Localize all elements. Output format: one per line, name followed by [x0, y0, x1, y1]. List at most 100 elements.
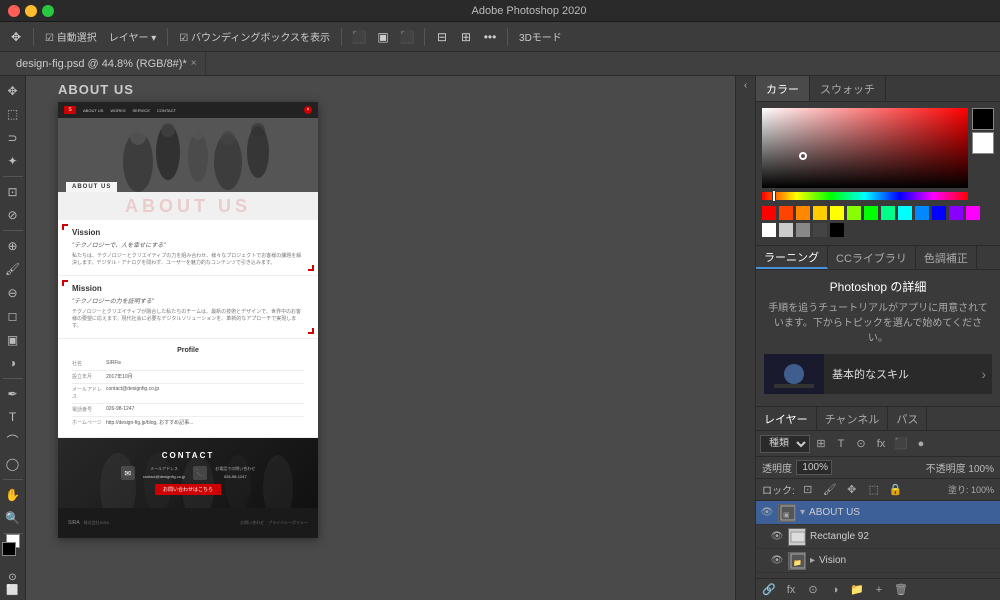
heal-icon[interactable]: ⊕ [2, 235, 24, 257]
color-swatch[interactable] [915, 206, 929, 220]
eyedropper-icon[interactable]: ⊘ [2, 204, 24, 226]
color-hue-bar[interactable] [762, 192, 968, 200]
align-center-icon[interactable]: ▣ [373, 27, 393, 47]
distribute-icon-2[interactable]: ⊞ [456, 27, 476, 47]
screen-mode-icon[interactable]: ⬜ [6, 585, 18, 596]
tab-color[interactable]: カラー [756, 76, 810, 101]
tab-swatches[interactable]: スウォッチ [810, 76, 886, 101]
clone-icon[interactable]: ⊖ [2, 282, 24, 304]
crop-icon[interactable]: ⊡ [2, 181, 24, 203]
learn-card-basic[interactable]: 基本的なスキル › [764, 354, 992, 394]
brush-icon[interactable]: 🖌 [2, 258, 24, 280]
color-swatch[interactable] [864, 206, 878, 220]
filter-icon-2[interactable]: T [832, 435, 850, 453]
3d-mode-label: 3Dモード [515, 27, 566, 46]
color-swatch[interactable] [762, 206, 776, 220]
color-gradient[interactable] [762, 108, 968, 188]
zoom-icon[interactable]: 🔍 [2, 507, 24, 529]
type-icon[interactable]: T [2, 406, 24, 428]
maximize-button[interactable] [42, 5, 54, 17]
new-layer-icon[interactable]: + [870, 581, 888, 599]
color-swatch[interactable] [830, 206, 844, 220]
color-swatch[interactable] [881, 206, 895, 220]
layer-dropdown[interactable]: レイヤー ▾ [105, 27, 161, 46]
lock-position-icon[interactable]: ✥ [843, 481, 861, 499]
move-tool-icon[interactable]: ✥ [6, 27, 26, 47]
color-swatch[interactable] [779, 206, 793, 220]
filter-icon-5[interactable]: ⬛ [892, 435, 910, 453]
lasso-icon[interactable]: ⊃ [2, 127, 24, 149]
lock-artboard-icon[interactable]: ⬚ [865, 481, 883, 499]
tab-learning[interactable]: ラーニング [756, 246, 828, 269]
color-swatch[interactable] [779, 223, 793, 237]
canvas-area[interactable]: ABOUT US [26, 76, 735, 600]
contact-button[interactable]: お問い合わせはこちら [155, 484, 221, 495]
pen-icon[interactable]: ✒ [2, 383, 24, 405]
tab-layers[interactable]: レイヤー [756, 407, 817, 430]
foreground-color-chip[interactable] [2, 542, 16, 556]
auto-select-checkbox[interactable]: ☑ 自動選択 [41, 27, 101, 46]
gradient-icon[interactable]: ▣ [2, 329, 24, 351]
tab-cc-library[interactable]: CCライブラリ [828, 246, 916, 269]
marquee-icon[interactable]: ⬚ [2, 104, 24, 126]
align-left-icon[interactable]: ⬛ [349, 27, 369, 47]
shape-icon[interactable]: ◯ [2, 453, 24, 475]
fx-icon[interactable]: fx [782, 581, 800, 599]
layer-filter-select[interactable]: 種類 [760, 435, 810, 453]
eraser-icon[interactable]: ◻ [2, 305, 24, 327]
magic-wand-icon[interactable]: ✦ [2, 151, 24, 173]
tab-close-icon[interactable]: × [191, 58, 197, 69]
file-tab[interactable]: design-fig.psd @ 44.8% (RGB/8#)* × [8, 52, 206, 76]
align-right-icon[interactable]: ⬛ [397, 27, 417, 47]
tab-channels[interactable]: チャンネル [817, 407, 889, 430]
color-swatch[interactable] [762, 223, 776, 237]
color-swatch[interactable] [830, 223, 844, 237]
color-swatch[interactable] [932, 206, 946, 220]
color-swatch[interactable] [966, 206, 980, 220]
adjustment-icon[interactable]: ◑ [826, 581, 844, 599]
move-icon[interactable]: ✥ [2, 80, 24, 102]
link-icon[interactable]: 🔗 [760, 581, 778, 599]
foreground-color-box[interactable] [972, 108, 994, 130]
color-picker[interactable] [756, 102, 1000, 245]
color-swatch[interactable] [796, 223, 810, 237]
filter-icon-1[interactable]: ⊞ [812, 435, 830, 453]
color-swatch[interactable] [898, 206, 912, 220]
close-button[interactable] [8, 5, 20, 17]
tab-paths[interactable]: パス [888, 407, 927, 430]
layer-eye-rect92[interactable]: 👁 [770, 530, 784, 544]
filter-icon-4[interactable]: fx [872, 435, 890, 453]
lock-transparency-icon[interactable]: ⊡ [799, 481, 817, 499]
layer-item-rect92[interactable]: 👁 Rectangle 92 [756, 525, 1000, 549]
quick-mask-icon[interactable]: ⊙ [8, 572, 16, 583]
background-color-box[interactable] [972, 132, 994, 154]
bounding-box-checkbox[interactable]: ☑ バウンディングボックスを表示 [175, 27, 334, 46]
lock-image-icon[interactable]: 🖌 [821, 481, 839, 499]
filter-icon-3[interactable]: ⊙ [852, 435, 870, 453]
mask-icon[interactable]: ⊙ [804, 581, 822, 599]
opacity-input[interactable] [796, 460, 832, 475]
path-icon[interactable]: ⌒ [2, 430, 24, 452]
filter-toggle[interactable]: ● [912, 435, 930, 453]
lock-all-icon[interactable]: 🔒 [887, 481, 905, 499]
layer-eye-vision[interactable]: 👁 [770, 554, 784, 568]
layer-eye-about[interactable]: 👁 [760, 506, 774, 520]
color-swatch[interactable] [847, 206, 861, 220]
tab-color-correction[interactable]: 色調補正 [916, 246, 977, 269]
dodge-icon[interactable]: ◑ [2, 352, 24, 374]
color-swatch[interactable] [949, 206, 963, 220]
minimize-button[interactable] [25, 5, 37, 17]
layer-item-about-us[interactable]: 👁 ▣ ▾ ABOUT US [756, 501, 1000, 525]
color-swatch[interactable] [813, 206, 827, 220]
color-swatch[interactable] [796, 206, 810, 220]
color-swatch[interactable] [813, 223, 827, 237]
color-hue-cursor[interactable] [772, 190, 776, 202]
hand-icon[interactable]: ✋ [2, 484, 24, 506]
color-gradient-cursor[interactable] [799, 152, 807, 160]
collapse-icon[interactable]: ‹ [744, 80, 747, 91]
layer-item-vision[interactable]: 👁 📁 ▸ Vision [756, 549, 1000, 573]
more-options-icon[interactable]: ••• [480, 27, 500, 47]
delete-layer-icon[interactable]: 🗑 [892, 581, 910, 599]
distribute-icon[interactable]: ⊟ [432, 27, 452, 47]
group-icon[interactable]: 📁 [848, 581, 866, 599]
